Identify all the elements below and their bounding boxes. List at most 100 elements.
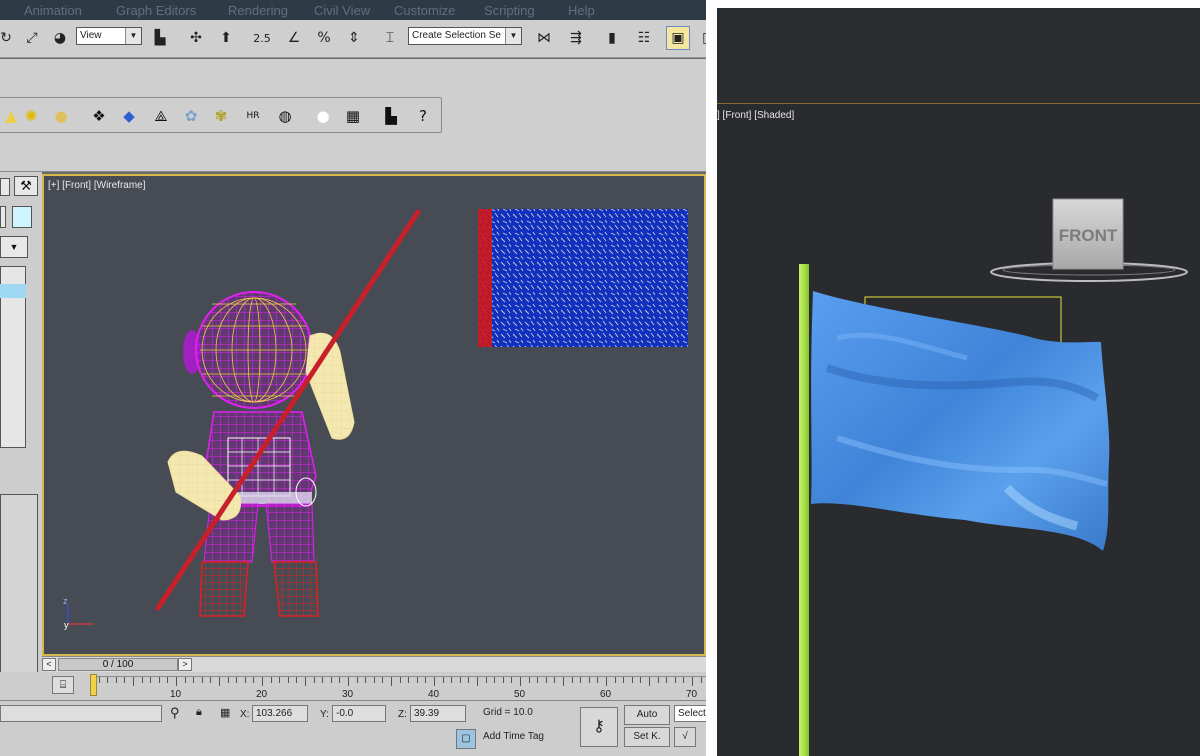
particle-icon[interactable]: ❖ [88, 105, 110, 127]
scene-explorer-icon[interactable]: ☷ [632, 26, 656, 50]
ruler-tick [330, 677, 332, 683]
time-slider[interactable]: < 0 / 100 > [42, 656, 706, 672]
cloth-mesh [478, 209, 688, 347]
key-tangent-icon[interactable]: √ [674, 727, 696, 747]
ruler-tick [623, 677, 625, 683]
axis-gizmo: z y [63, 596, 94, 630]
spinner-snap-icon[interactable]: ⇕ [342, 26, 366, 50]
pivot-icon[interactable]: ▙ [148, 26, 172, 50]
time-slider-prev[interactable]: < [42, 658, 56, 671]
isolate-icon[interactable]: ⚲ [170, 705, 180, 721]
time-tag-icon[interactable]: ▢ [456, 729, 476, 749]
y-coordinate-field[interactable]: -0.0 [332, 705, 386, 722]
graphite-toggle-icon[interactable]: ▣ [666, 26, 690, 50]
x-coordinate-field[interactable]: 103.266 [252, 705, 308, 722]
ruler-tick [141, 677, 143, 683]
set-key-icon[interactable]: ⚷ [580, 707, 618, 747]
ruler-tick [124, 677, 126, 683]
align-icon[interactable]: ⇶ [564, 26, 588, 50]
z-label: Z: [398, 709, 407, 720]
mini-curve-editor-icon[interactable]: ⌸ [52, 676, 74, 694]
ruler-tick [597, 677, 599, 683]
modifier-stack-selected[interactable] [0, 284, 26, 298]
ruler-tick [649, 677, 650, 686]
flagpole[interactable] [799, 264, 809, 756]
dynamics-icon[interactable]: ◆ [118, 105, 140, 127]
x-label: X: [240, 709, 250, 720]
menu-customize[interactable]: Customize [394, 3, 455, 18]
modifier-list-dropdown[interactable]: ▼ [0, 236, 28, 258]
color-swatch [0, 206, 6, 228]
ruler-tick [674, 677, 676, 683]
menu-scripting[interactable]: Scripting [484, 3, 535, 18]
menu-help[interactable]: Help [568, 3, 595, 18]
ruler-tick [477, 677, 478, 686]
place-icon[interactable]: ◕ [48, 26, 72, 50]
massfx-icon[interactable]: ✿ [180, 105, 202, 127]
scale-icon[interactable]: ⤢ [20, 26, 44, 50]
skylight-icon[interactable]: ● [50, 105, 72, 127]
ruler-tick [425, 677, 427, 683]
reference-coordinate-select[interactable]: View ▼ [76, 27, 142, 45]
auto-key-button[interactable]: Auto [624, 705, 670, 725]
prompt-line[interactable] [0, 705, 162, 722]
create-tab[interactable] [0, 178, 10, 196]
cloth-plane-mesh[interactable] [478, 209, 688, 347]
ruler-tick [391, 677, 392, 686]
select-manipulate-icon[interactable]: ✣ [184, 26, 208, 50]
front-wireframe-viewport[interactable]: [+] [Front] [Wireframe] z y [42, 174, 706, 656]
light-icon[interactable]: ▲ [0, 105, 22, 127]
wireframe-scene: z y [63, 209, 688, 630]
hammer-icon[interactable]: ⚒ [14, 176, 38, 196]
menu-civil-view[interactable]: Civil View [314, 3, 370, 18]
cloth-icon[interactable]: ⟁ [150, 105, 172, 127]
material-sphere-icon[interactable]: ● [312, 105, 334, 127]
menu-graph-editors[interactable]: Graph Editors [116, 3, 196, 18]
flag-cloth[interactable] [811, 291, 1110, 551]
render-setup-icon[interactable]: ▦ [342, 105, 364, 127]
ruler-tick [244, 677, 246, 683]
ruler-tick [416, 677, 418, 683]
sun-icon[interactable]: ✺ [20, 105, 42, 127]
hair-fur-icon[interactable]: HR [242, 105, 264, 127]
character-icon[interactable]: ◍ [274, 105, 296, 127]
lock-icon[interactable]: 🔒︎ [196, 706, 202, 719]
selection-set-select[interactable]: Create Selection Se ▼ [408, 27, 522, 45]
ruler-tick-label: 20 [256, 689, 268, 700]
render-frame-icon[interactable]: ▙ [380, 105, 402, 127]
ruler-tick [511, 677, 513, 683]
hair-icon[interactable]: ✾ [210, 105, 232, 127]
time-slider-position: 0 / 100 [102, 659, 134, 670]
z-coordinate-field[interactable]: 39.39 [410, 705, 466, 722]
mirror-icon[interactable]: ⋈ [532, 26, 556, 50]
keyboard-shortcut-icon[interactable]: ⬆ [214, 26, 238, 50]
key-filter-select[interactable]: Selecte [674, 705, 706, 722]
viewcube[interactable]: FRONT [990, 198, 1188, 282]
snap-toggle-icon[interactable]: 2.5 [250, 26, 274, 50]
rotate-icon[interactable]: ↻ [0, 26, 18, 50]
curve-editor-icon[interactable]: ▯ [694, 26, 706, 50]
edit-named-selection-icon[interactable]: ⌶ [378, 26, 402, 50]
set-key-button[interactable]: Set K. [624, 727, 670, 747]
chevron-down-icon: ▼ [505, 28, 521, 44]
percent-snap-icon[interactable]: % [312, 26, 336, 50]
ruler-tick [537, 677, 539, 683]
ruler-tick [98, 677, 100, 683]
time-slider-thumb[interactable]: 0 / 100 [58, 658, 178, 671]
menu-animation[interactable]: Animation [24, 3, 82, 18]
help-icon[interactable]: ? [412, 105, 434, 127]
ruler-tick [502, 677, 504, 683]
ruler-tick [373, 677, 375, 683]
front-shaded-viewport[interactable]: ] [Front] [Shaded] FRONT [717, 8, 1200, 756]
object-color-swatch[interactable] [12, 206, 32, 228]
ruler-tick [563, 677, 564, 686]
time-slider-next[interactable]: > [178, 658, 192, 671]
track-bar[interactable]: ⌸ 10 20 30 40 50 60 70 [0, 672, 706, 700]
layer-manager-icon[interactable]: ▮ [600, 26, 624, 50]
ruler-tick [640, 677, 642, 683]
absolute-mode-icon[interactable]: ▦ [220, 706, 230, 719]
current-frame-marker[interactable] [90, 674, 97, 696]
menu-rendering[interactable]: Rendering [228, 3, 288, 18]
add-time-tag-button[interactable]: Add Time Tag [480, 729, 576, 746]
angle-snap-icon[interactable]: ∠ [282, 26, 306, 50]
